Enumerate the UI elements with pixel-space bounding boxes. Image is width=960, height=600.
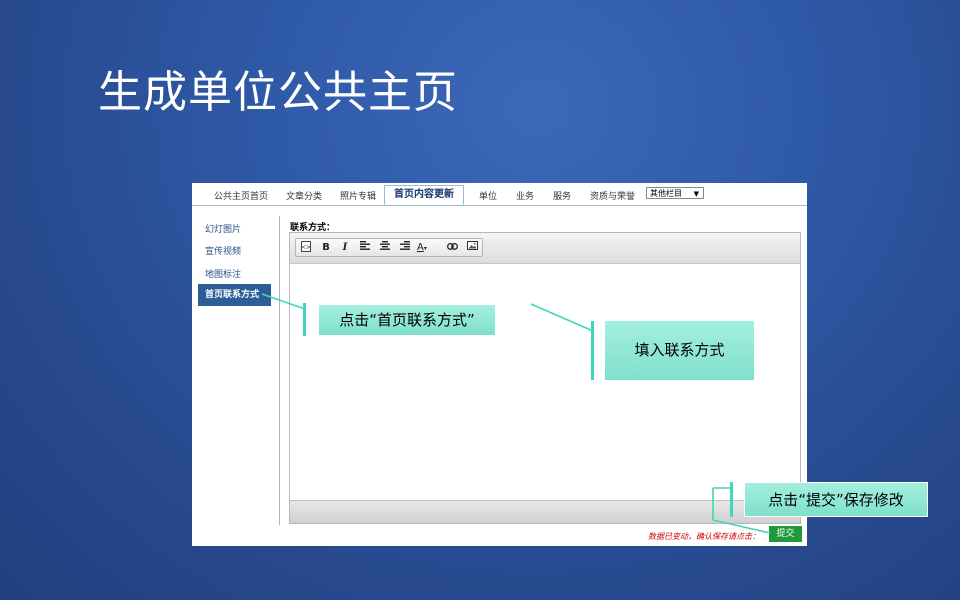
callout-bracket-submit (730, 482, 733, 517)
callout-bracket-contact (303, 303, 306, 336)
connector-line-contact (261, 293, 306, 310)
connector-line-submit (712, 519, 771, 534)
callout-fill-contact: 填入联系方式 (605, 321, 754, 380)
callout-click-submit: 点击“提交”保存修改 (744, 482, 928, 517)
connector-line-editor (530, 303, 594, 332)
callout-click-contact: 点击“首页联系方式” (319, 305, 495, 335)
callout-bracket-editor (591, 321, 594, 380)
